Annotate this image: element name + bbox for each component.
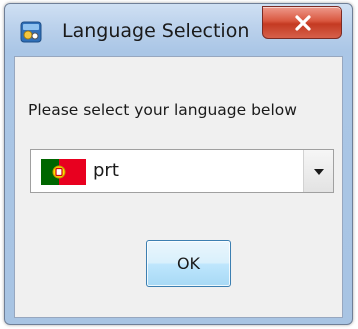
application-icon [20, 21, 42, 43]
close-button[interactable] [262, 6, 342, 39]
ok-button[interactable]: OK [146, 240, 231, 287]
dialog-body: Please select your language below prt OK [14, 56, 343, 318]
close-icon [295, 15, 311, 31]
language-dropdown[interactable]: prt [30, 149, 334, 193]
window-title: Language Selection [62, 20, 250, 42]
portugal-flag-icon [41, 159, 86, 185]
dropdown-toggle[interactable] [303, 150, 333, 192]
title-bar[interactable]: Language Selection [5, 4, 352, 56]
chevron-down-icon [314, 169, 324, 175]
prompt-label: Please select your language below [28, 101, 297, 119]
language-selection-window: Language Selection Please select your la… [4, 3, 353, 325]
selected-language: prt [93, 160, 119, 181]
